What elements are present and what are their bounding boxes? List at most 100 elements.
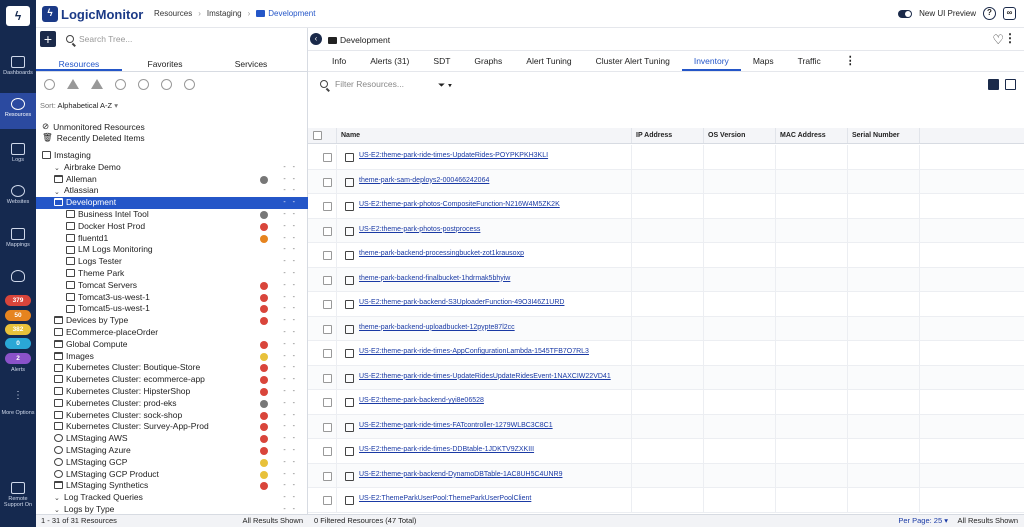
tab-inventory[interactable]: Inventory	[681, 51, 741, 71]
breadcrumb-imstaging[interactable]: Imstaging	[207, 9, 242, 18]
collapse-tree-icon[interactable]: ‹	[310, 33, 322, 45]
breadcrumb-development[interactable]: Development	[256, 9, 315, 18]
tree-item[interactable]: LMStaging Synthetics --	[36, 480, 308, 492]
row-checkbox[interactable]	[323, 471, 332, 481]
resource-name-link[interactable]: US-E2:theme-park-photos-postprocess	[359, 226, 480, 233]
tree-item[interactable]: LM Logs Monitoring --	[36, 244, 308, 256]
row-checkbox[interactable]	[323, 349, 332, 358]
row-checkbox[interactable]	[323, 373, 332, 383]
new-ui-toggle[interactable]	[898, 9, 913, 18]
column-ip-address[interactable]: IP Address	[631, 128, 703, 143]
resource-name-link[interactable]: theme-park-backend-finalbucket-1hdrmak5b…	[359, 275, 510, 282]
grid-view-icon[interactable]	[1005, 79, 1016, 90]
add-button[interactable]: +	[40, 31, 56, 47]
resource-name-link[interactable]: US-E2:theme-park-ride-times-AppConfigura…	[359, 348, 589, 355]
column-serial-number[interactable]: Serial Number	[847, 128, 919, 143]
tree-item[interactable]: LMStaging GCP --	[36, 457, 308, 469]
column-name[interactable]: Name	[336, 128, 631, 143]
alert-count-error[interactable]: 50	[5, 310, 31, 321]
resource-name-link[interactable]: US-E2:theme-park-backend-DynamoDBTable-1…	[359, 471, 562, 478]
column-os-version[interactable]: OS Version	[703, 128, 775, 143]
nav-more-options[interactable]: More Options	[0, 410, 36, 416]
nav-remote-support[interactable]: Remote Support On	[0, 482, 36, 508]
tree-item[interactable]: Kubernetes Cluster: ecommerce-app --	[36, 374, 308, 386]
row-checkbox[interactable]	[323, 496, 332, 505]
sort-dropdown[interactable]: Sort: Alphabetical A-Z ▾	[40, 101, 118, 110]
row-checkbox[interactable]	[323, 324, 332, 334]
resource-name-link[interactable]: US-E2:theme-park-ride-times-FATcontrolle…	[359, 422, 553, 429]
breadcrumb-resources[interactable]: Resources	[154, 9, 192, 18]
resource-name-link[interactable]: US-E2:theme-park-ride-times-UpdateRides-…	[359, 152, 548, 159]
row-checkbox[interactable]	[323, 251, 332, 260]
nav-resources[interactable]: Resources	[0, 93, 36, 129]
tree-item[interactable]: Kubernetes Cluster: HipsterShop --	[36, 386, 308, 398]
filter-resources-input[interactable]: Filter Resources...	[320, 79, 404, 89]
tab-services[interactable]: Services	[208, 56, 294, 71]
tab-favorites[interactable]: Favorites	[122, 56, 208, 71]
row-checkbox[interactable]	[323, 202, 332, 211]
tree-item[interactable]: Alleman --	[36, 174, 308, 186]
tree-item[interactable]: Images --	[36, 351, 308, 363]
csv-export-icon[interactable]	[988, 79, 999, 90]
resource-name-link[interactable]: theme-park-backend-processingbucket-zot1…	[359, 250, 524, 257]
per-page-select[interactable]: Per Page: 25 ▾	[898, 515, 948, 527]
tree-item[interactable]: LMStaging Azure --	[36, 445, 308, 457]
filter-warning-icon[interactable]	[67, 79, 79, 89]
tree-item[interactable]: Kubernetes Cluster: sock-shop --	[36, 410, 308, 422]
tree-item[interactable]: Theme Park --	[36, 268, 308, 280]
alerts-fire-icon[interactable]	[0, 270, 36, 284]
nav-mappings[interactable]: Mappings	[0, 228, 36, 258]
row-checkbox[interactable]	[323, 226, 332, 236]
link-icon[interactable]: ∞	[1003, 7, 1016, 20]
nav-logs[interactable]: Logs	[0, 143, 36, 173]
tree-item[interactable]: Tomcat Servers --	[36, 280, 308, 292]
tree-item[interactable]: LMStaging GCP Product --	[36, 469, 308, 481]
filter-funnel-icon[interactable]: ⏷ ▾	[438, 80, 452, 91]
tree-item[interactable]: LMStaging AWS --	[36, 433, 308, 445]
row-checkbox[interactable]	[323, 153, 332, 162]
alert-count-other[interactable]: 2	[5, 353, 31, 364]
tree-item[interactable]: Tomcat5-us-west-1 --	[36, 303, 308, 315]
more-menu-icon[interactable]: ⋮	[1004, 31, 1016, 45]
filter-dead-icon[interactable]	[44, 79, 55, 90]
tree-item[interactable]: Global Compute --	[36, 339, 308, 351]
alert-count-warning[interactable]: 382	[5, 324, 31, 335]
resource-name-link[interactable]: US-E2:theme-park-backend-S3UploaderFunct…	[359, 299, 564, 306]
tree-item[interactable]: Imstaging	[36, 150, 308, 162]
tab-graphs[interactable]: Graphs	[462, 51, 514, 71]
tab-alert-tuning[interactable]: Alert Tuning	[514, 51, 583, 71]
tree-item[interactable]: fluentd1 --	[36, 233, 308, 245]
tab-info[interactable]: Info	[320, 51, 358, 71]
resource-name-link[interactable]: US-E2:theme-park-backend-yyi8e06528	[359, 397, 484, 404]
tree-item[interactable]: ⌄ Atlassian --	[36, 185, 308, 197]
tree-item[interactable]: ⌄ Log Tracked Queries --	[36, 492, 308, 504]
select-all-checkbox[interactable]	[313, 131, 322, 140]
logicmonitor-logo-icon[interactable]: ϟ	[6, 6, 30, 26]
brand-logo[interactable]: ϟ LogicMonitor	[42, 5, 143, 23]
more-options-icon[interactable]: ⋮	[0, 390, 36, 401]
tabs-more-icon[interactable]: ⋮	[833, 51, 868, 71]
filter-disabled-icon[interactable]	[138, 79, 149, 90]
tree-item[interactable]: Business Intel Tool --	[36, 209, 308, 221]
tree-search-input[interactable]: Search Tree...	[62, 31, 302, 47]
resource-name-link[interactable]: theme-park-backend-uploadbucket-12pypte8…	[359, 324, 515, 331]
tab-maps[interactable]: Maps	[741, 51, 786, 71]
recently-deleted-items[interactable]: 🗑 Recently Deleted Items	[42, 132, 145, 143]
row-checkbox[interactable]	[323, 275, 332, 285]
tree-item[interactable]: Development --	[36, 197, 308, 209]
filter-ack-icon[interactable]	[161, 79, 172, 90]
tab-traffic[interactable]: Traffic	[786, 51, 833, 71]
tab-alerts-31[interactable]: Alerts (31)	[358, 51, 421, 71]
tree-item[interactable]: ECommerce-placeOrder --	[36, 327, 308, 339]
alert-count-critical[interactable]: 379	[5, 295, 31, 306]
row-checkbox[interactable]	[323, 447, 332, 456]
tree-item[interactable]: Logs Tester --	[36, 256, 308, 268]
tree-item[interactable]: Kubernetes Cluster: Boutique-Store --	[36, 362, 308, 374]
row-checkbox[interactable]	[323, 177, 332, 187]
column-mac-address[interactable]: MAC Address	[775, 128, 847, 143]
resource-name-link[interactable]: US-E2:ThemeParkUserPool:ThemeParkUserPoo…	[359, 495, 531, 502]
tree-item[interactable]: Docker Host Prod --	[36, 221, 308, 233]
resource-name-link[interactable]: theme-park-sam-deploys2-000466242064	[359, 177, 489, 184]
alert-count-sdt[interactable]: 0	[5, 338, 31, 349]
unmonitored-resources[interactable]: ⊘ Unmonitored Resources	[42, 121, 145, 132]
